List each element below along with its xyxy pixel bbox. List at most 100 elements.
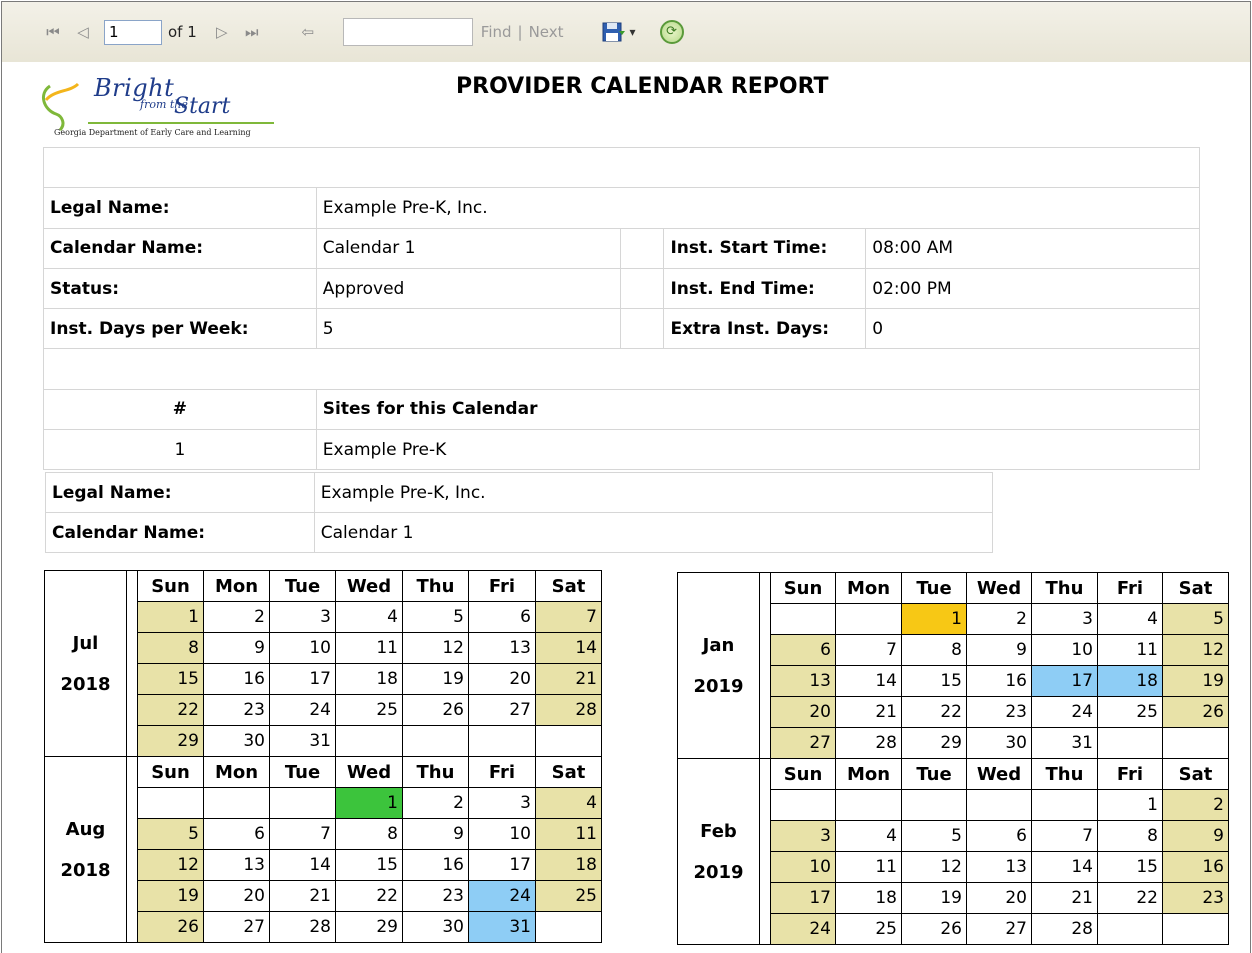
day-cell: 10: [468, 818, 536, 850]
bright-from-the-start-logo: Bright from the Start Georgia Department…: [36, 72, 276, 142]
inst-start-time-value: 08:00 AM: [865, 227, 1200, 269]
day-cell: 15: [335, 849, 403, 881]
logo-start-text: Start: [174, 94, 231, 119]
day-cell: 20: [468, 663, 536, 695]
day-cell: 22: [1097, 882, 1163, 914]
day-cell: 21: [535, 663, 602, 695]
day-cell: 29: [137, 725, 204, 757]
day-cell: 25: [335, 694, 403, 726]
day-cell: 17: [770, 882, 836, 914]
export-save-button[interactable]: ▾: [602, 21, 636, 43]
refresh-icon[interactable]: ⟳: [659, 20, 684, 44]
year: 2018: [60, 673, 111, 695]
day-cell: 7: [1031, 820, 1098, 852]
month-name: Jan: [702, 634, 735, 656]
calendar-name-value: Calendar 1: [315, 227, 621, 269]
last-page-button[interactable]: ⏭: [237, 23, 267, 41]
weekday-wed: Wed: [335, 756, 403, 788]
day-cell: 19: [137, 880, 204, 912]
day-cell: 16: [402, 849, 469, 881]
day-cell: 18: [835, 882, 902, 914]
days-per-week-label: Inst. Days per Week:: [43, 308, 317, 350]
day-cell: 25: [835, 913, 902, 945]
status-row: Status: Approved Inst. End Time: 02:00 P…: [43, 267, 1200, 310]
day-cell: 24: [770, 913, 836, 945]
day-cell: 3: [770, 820, 836, 852]
day-cell: 19: [402, 663, 469, 695]
month-label-aug-2018: Aug 2018: [44, 756, 127, 943]
day-cell: 30: [203, 725, 270, 757]
extra-inst-days-label: Extra Inst. Days:: [663, 308, 867, 350]
calendar-name-row: Calendar Name: Calendar 1: [45, 512, 994, 553]
sites-number-header: #: [43, 388, 317, 431]
day-cell: 31: [269, 725, 336, 757]
status-label: Status:: [43, 267, 317, 310]
day-cell: 23: [966, 696, 1032, 728]
weekday-header-row: Jan 2019 Sun Mon Tue Wed Thu Fri Sat: [677, 572, 1229, 759]
back-arrow-icon[interactable]: ⇦: [293, 23, 323, 41]
days-per-week-value: 5: [315, 308, 621, 350]
day-cell: 2: [402, 787, 469, 819]
day-cell: 9: [402, 818, 469, 850]
weekday-wed: Wed: [966, 572, 1032, 604]
day-cell: 16: [966, 665, 1032, 697]
legal-name-label: Legal Name:: [45, 472, 315, 513]
day-cell: 21: [269, 880, 336, 912]
day-cell: 19: [1162, 665, 1229, 697]
day-cell: 28: [269, 911, 336, 943]
legal-name-label: Legal Name:: [43, 187, 317, 229]
legal-name-value: Example Pre-K, Inc.: [315, 187, 1201, 229]
weekday-tue: Tue: [901, 572, 967, 604]
day-cell: 27: [468, 694, 536, 726]
day-cell: 25: [535, 880, 602, 912]
day-cell: 13: [770, 665, 836, 697]
first-page-button[interactable]: ⏮: [38, 23, 68, 41]
weekday-sun: Sun: [770, 758, 836, 790]
month-name: Jul: [72, 632, 99, 654]
day-cell: 7: [269, 818, 336, 850]
day-cell: 23: [1162, 882, 1229, 914]
day-cell: 24: [468, 880, 536, 912]
year: 2018: [60, 859, 111, 881]
find-link[interactable]: Find: [481, 23, 512, 41]
year: 2019: [693, 861, 744, 883]
day-cell: 31: [1031, 727, 1098, 759]
weekday-header-row: Aug 2018 Sun Mon Tue Wed Thu Fri Sat: [44, 756, 602, 943]
day-cell: 2: [966, 603, 1032, 635]
day-cell: 14: [535, 632, 602, 664]
legal-name-value: Example Pre-K, Inc.: [313, 472, 994, 513]
days-row: Inst. Days per Week: 5 Extra Inst. Days:…: [43, 308, 1200, 350]
weekday-sat: Sat: [535, 570, 602, 602]
page-number-input[interactable]: [104, 19, 162, 45]
sites-header: Sites for this Calendar: [315, 388, 1201, 431]
next-page-button[interactable]: ▷: [207, 23, 237, 41]
weekday-tue: Tue: [269, 756, 336, 788]
day-cell: 26: [137, 911, 204, 943]
calendar-summary-table: Legal Name: Example Pre-K, Inc. Calendar…: [45, 472, 994, 553]
day-cell: 31: [468, 911, 536, 943]
report-toolbar: ⏮ ◁ of 1 ▷ ⏭ ⇦ Find | Next ▾ ⟳: [2, 2, 1250, 62]
weekday-sat: Sat: [535, 756, 602, 788]
find-text-input[interactable]: [342, 18, 473, 46]
day-cell: 1: [1097, 789, 1163, 821]
previous-page-button[interactable]: ◁: [68, 23, 98, 41]
day-cell: 22: [335, 880, 403, 912]
day-cell: 6: [468, 601, 536, 633]
site-name: Example Pre-K: [315, 429, 1201, 471]
weekday-mon: Mon: [835, 758, 902, 790]
weekday-mon: Mon: [835, 572, 902, 604]
day-cell: 8: [901, 634, 967, 666]
day-cell: 6: [770, 634, 836, 666]
day-cell: 18: [535, 849, 602, 881]
day-cell: 19: [901, 882, 967, 914]
day-cell: 14: [269, 849, 336, 881]
day-cell: 28: [835, 727, 902, 759]
day-cell: 20: [203, 880, 270, 912]
weekday-thu: Thu: [402, 756, 469, 788]
weekday-header-row: Jul 2018 Sun Mon Tue Wed Thu Fri Sat: [44, 570, 602, 757]
day-cell: 1: [335, 787, 403, 819]
day-cell: 29: [335, 911, 403, 943]
day-cell: 10: [1031, 634, 1098, 666]
month-label-jul-2018: Jul 2018: [44, 570, 127, 757]
find-next-link[interactable]: Next: [529, 23, 564, 41]
